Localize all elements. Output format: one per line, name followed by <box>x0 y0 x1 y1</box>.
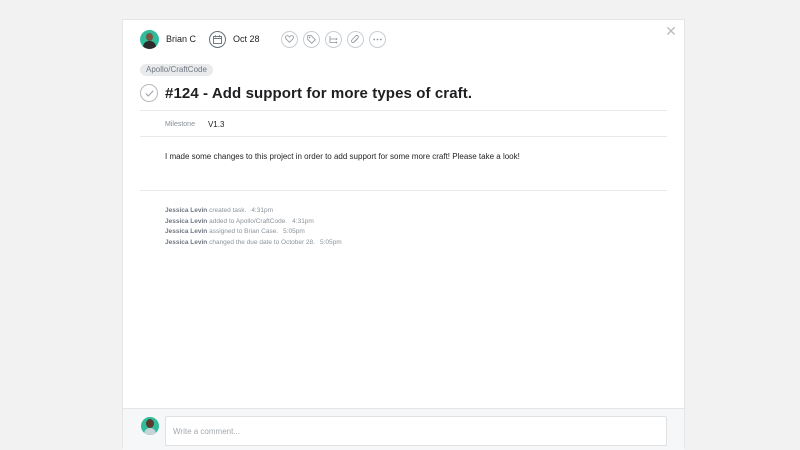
story-author[interactable]: Jessica Levin <box>165 239 207 246</box>
story-text: added to Apollo/CraftCode. <box>207 217 288 225</box>
heart-icon[interactable] <box>280 30 298 48</box>
story-time: 4:31pm <box>292 217 314 225</box>
milestone-value[interactable]: V1.3 <box>208 120 224 129</box>
current-user-avatar <box>141 417 159 435</box>
more-icon[interactable] <box>368 30 386 48</box>
story-text: assigned to Brian Case. <box>207 228 279 235</box>
complete-task-checkbox[interactable] <box>140 84 158 102</box>
project-tag[interactable]: Apollo/CraftCode <box>140 64 213 76</box>
attachment-icon[interactable] <box>346 30 364 48</box>
story-time: 5:05pm <box>319 238 342 246</box>
story-item: Jessica Levin changed the due date to Oc… <box>165 238 342 249</box>
assignee-avatar[interactable] <box>140 29 159 49</box>
task-title[interactable]: #124 - Add support for more types of cra… <box>165 85 472 102</box>
story-text: created task. <box>207 207 247 214</box>
milestone-label: Milestone <box>165 120 195 128</box>
story-author[interactable]: Jessica Levin <box>165 207 207 214</box>
story-author[interactable]: Jessica Levin <box>165 228 207 235</box>
task-actions <box>280 30 391 48</box>
milestone-field: Milestone V1.3 <box>165 118 224 130</box>
comment-input[interactable] <box>165 416 667 446</box>
story-item: Jessica Levin created task. 4:31pm <box>165 206 342 217</box>
subtask-icon[interactable] <box>324 30 342 48</box>
tag-icon[interactable] <box>302 30 320 48</box>
task-toolbar: Brian C Oct 28 <box>140 27 391 51</box>
calendar-icon[interactable] <box>209 30 227 48</box>
task-details-pane: ✕ Brian C Oct 28 Apollo/CraftCode #124 -… <box>122 19 685 450</box>
story-time: 4:31pm <box>251 207 273 214</box>
story-author[interactable]: Jessica Levin <box>165 218 207 225</box>
close-icon[interactable]: ✕ <box>664 24 678 38</box>
task-description[interactable]: I made some changes to this project in o… <box>165 152 520 161</box>
story-text: changed the due date to October 28. <box>207 238 315 246</box>
divider <box>140 110 667 111</box>
activity-feed: Jessica Levin created task. 4:31pm Jessic… <box>165 206 342 248</box>
due-date-text[interactable]: Oct 28 <box>233 34 260 44</box>
divider <box>140 190 667 191</box>
story-item: Jessica Levin assigned to Brian Case. 5:0… <box>165 227 342 238</box>
story-time: 5:05pm <box>283 228 305 235</box>
task-title-row: #124 - Add support for more types of cra… <box>140 84 472 102</box>
assignee-name[interactable]: Brian C <box>166 34 196 44</box>
due-date-field[interactable]: Oct 28 <box>209 30 260 48</box>
story-item: Jessica Levin added to Apollo/CraftCode.… <box>165 217 342 228</box>
check-icon <box>144 90 154 97</box>
comment-composer <box>123 408 684 450</box>
divider <box>140 136 667 137</box>
